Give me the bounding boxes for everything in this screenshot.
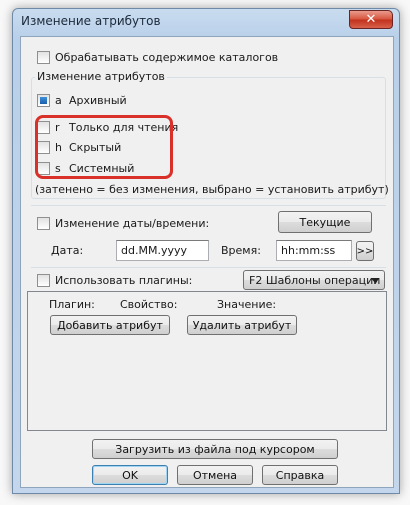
add-attribute-button[interactable]: Добавить атрибут — [50, 315, 170, 335]
process-dirs-checkbox-row[interactable]: Обрабатывать содержимое каталогов — [37, 51, 278, 64]
current-datetime-button[interactable]: Текущие — [278, 211, 372, 233]
plugins-label: Использовать плагины: — [55, 274, 193, 287]
attributes-hint-text: (затенено = без изменения, выбрано = уст… — [35, 183, 389, 196]
close-icon: ✕ — [365, 12, 377, 27]
time-label: Время: — [221, 244, 261, 257]
attributes-group-label: Изменение атрибутов — [35, 70, 167, 83]
col-value-label: Значение: — [217, 298, 277, 311]
load-from-file-button[interactable]: Загрузить из файла под курсором — [92, 439, 338, 459]
dialog-window: Изменение атрибутов ✕ Обрабатывать содер… — [12, 8, 400, 494]
datetime-label: Изменение даты/времени: — [55, 217, 210, 230]
chevron-down-icon — [371, 278, 379, 283]
datetime-divider — [31, 205, 386, 206]
plugins-panel: Плагин: Свойство: Значение: Добавить атр… — [27, 291, 387, 431]
attributes-hint: (затенено = без изменения, выбрано = уст… — [35, 183, 389, 196]
time-input[interactable]: hh:mm:ss — [276, 240, 352, 261]
plugins-dropdown-value: F2 Шаблоны операции — [249, 273, 381, 287]
process-dirs-label: Обрабатывать содержимое каталогов — [55, 51, 279, 64]
date-label: Дата: — [51, 244, 84, 257]
title-bar[interactable]: Изменение атрибутов ✕ — [13, 9, 399, 35]
plugins-checkbox-row[interactable]: Использовать плагины: — [37, 274, 192, 287]
datetime-more-button[interactable]: >> — [356, 241, 374, 261]
plugins-dropdown[interactable]: F2 Шаблоны операции — [243, 270, 385, 290]
dialog-client-area: Обрабатывать содержимое каталогов Измене… — [20, 36, 394, 488]
cancel-button[interactable]: Отмена — [177, 465, 253, 485]
attr-archive-label: Архивный — [69, 94, 127, 107]
date-input[interactable]: dd.MM.yyyy — [116, 240, 209, 261]
remove-attribute-button[interactable]: Удалить атрибут — [187, 315, 297, 335]
help-button[interactable]: Справка — [262, 465, 338, 485]
ok-button[interactable]: OK — [92, 465, 168, 485]
plugins-divider — [31, 267, 386, 268]
plugins-checkbox[interactable] — [37, 274, 50, 287]
attr-archive-row[interactable]: a Архивный — [37, 94, 127, 107]
close-button[interactable]: ✕ — [349, 10, 393, 29]
attr-archive-checkbox[interactable] — [37, 94, 50, 107]
process-dirs-checkbox[interactable] — [37, 51, 50, 64]
datetime-checkbox[interactable] — [37, 217, 50, 230]
col-property-label: Свойство: — [120, 298, 178, 311]
attr-archive-letter: a — [55, 94, 62, 107]
window-title: Изменение атрибутов — [21, 14, 161, 28]
highlight-frame — [35, 115, 173, 179]
datetime-checkbox-row[interactable]: Изменение даты/времени: — [37, 217, 209, 230]
col-plugin-label: Плагин: — [49, 298, 95, 311]
